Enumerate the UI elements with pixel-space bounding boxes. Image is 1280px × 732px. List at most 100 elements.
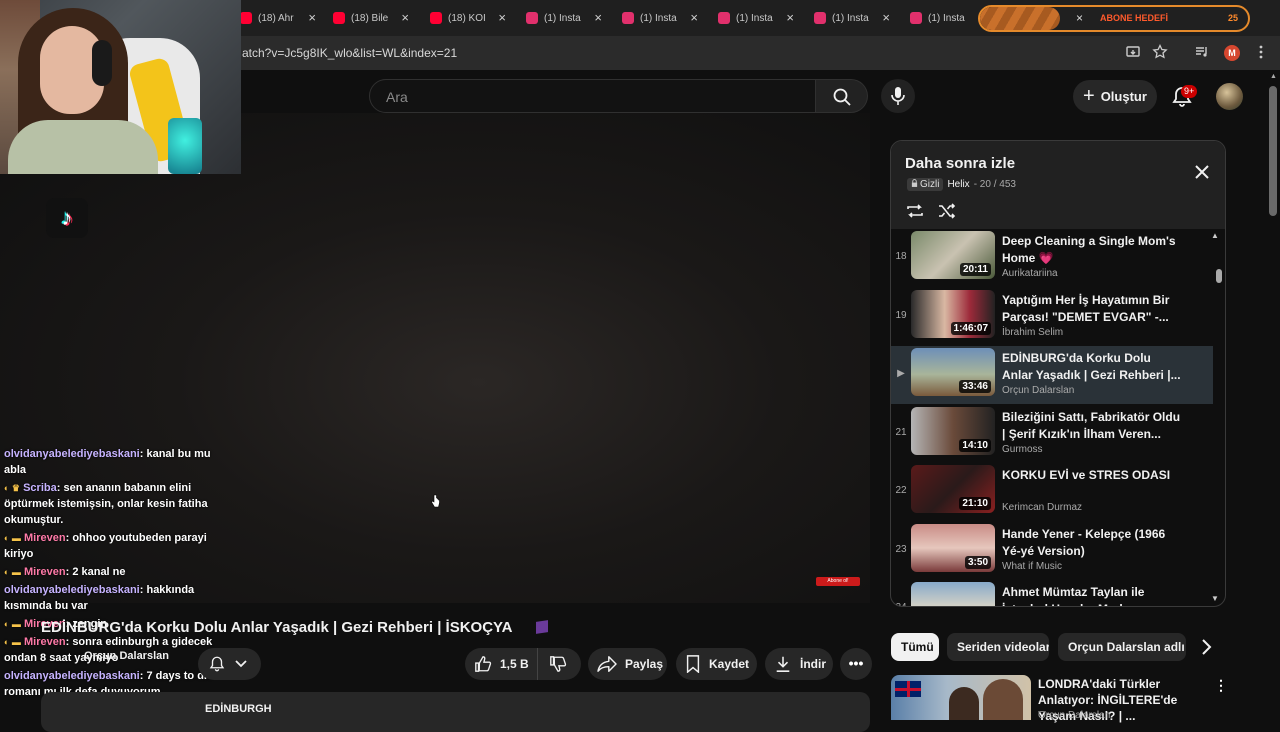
mouse-cursor-icon xyxy=(431,494,440,508)
tab-close-icon[interactable]: × xyxy=(786,10,794,25)
scroll-up-arrow-icon[interactable]: ▲ xyxy=(1211,231,1219,240)
browser-tab[interactable]: (1) Insta × xyxy=(526,6,602,30)
share-button[interactable]: Paylaş xyxy=(588,648,667,680)
dislike-button[interactable] xyxy=(537,648,581,680)
subscribe-reminder-badge: Abone ol! xyxy=(816,577,860,586)
playlist-owner[interactable]: Helix xyxy=(947,179,969,190)
more-actions-button[interactable]: ••• xyxy=(840,648,872,680)
browser-tab-label: (1) Insta xyxy=(832,12,869,24)
tab-close-icon[interactable]: × xyxy=(401,10,409,25)
playlist-item[interactable]: ▶ 33:46 EDİNBURG'da Korku Dolu Anlar Yaşad… xyxy=(891,346,1213,404)
playlist-title[interactable]: Daha sonra izle xyxy=(905,155,1015,172)
tab-close-icon[interactable]: × xyxy=(690,10,698,25)
browser-tab[interactable]: (18) KOI × xyxy=(430,6,506,30)
description-snippet: EDİNBURGH xyxy=(205,703,272,715)
browser-tab[interactable]: (1) Insta × xyxy=(718,6,794,30)
tab-close-icon[interactable]: × xyxy=(594,10,602,25)
chat-username: olvidanyabelediyebaskani xyxy=(4,448,140,460)
shuffle-icon[interactable] xyxy=(937,201,957,221)
playlist-item-title: KORKU EVİ ve STRES ODASI xyxy=(1002,468,1171,482)
channel-name[interactable]: Orçun Dalarslan xyxy=(84,650,169,662)
flag-icon xyxy=(536,620,548,634)
goal-label: ABONE HEDEFİ xyxy=(1100,13,1169,23)
filter-chip[interactable]: Tümü xyxy=(891,633,939,661)
like-button[interactable]: 1,5 B xyxy=(465,648,537,680)
save-button[interactable]: Kaydet xyxy=(676,648,757,680)
browser-tab-label: (1) Insta xyxy=(736,12,773,24)
playlist-item[interactable]: 19 1:46:07 Yaptığım Her İş Hayatımın Bir P… xyxy=(891,288,1213,346)
playlist-index: 21 xyxy=(895,426,907,438)
chat-badges-icon: ◐ ▬ xyxy=(4,619,21,629)
user-avatar[interactable] xyxy=(1216,83,1243,110)
playlist-meta: Gizli Helix - 20 / 453 xyxy=(907,178,1016,191)
goal-progress-fill xyxy=(980,7,1061,30)
playlist-item-title: Bileziğini Sattı, Fabrikatör Oldu | Şeri… xyxy=(1002,409,1181,441)
goal-count: 25 xyxy=(1227,13,1238,23)
download-button[interactable]: İndir xyxy=(765,648,833,680)
recommendation-channel[interactable]: Orçun Dalarslan xyxy=(1038,710,1110,721)
duration-badge: 20:11 xyxy=(959,263,991,276)
filter-chip[interactable]: Orçun Dalarslan adlı y xyxy=(1058,633,1186,661)
browser-tab[interactable]: (1) Insta xyxy=(910,6,976,30)
create-button[interactable]: + Oluştur xyxy=(1073,80,1157,113)
filter-chip[interactable]: Seriden videolar xyxy=(947,633,1049,661)
privacy-label: Gizli xyxy=(920,179,940,190)
browser-menu-icon[interactable] xyxy=(1252,44,1270,62)
browser-tab[interactable]: (1) Insta × xyxy=(622,6,698,30)
instagram-icon xyxy=(718,12,730,24)
browser-profile-avatar[interactable]: M xyxy=(1224,45,1240,61)
goal-close-icon[interactable]: × xyxy=(1076,11,1083,25)
tab-close-icon[interactable]: × xyxy=(498,10,506,25)
chat-badges-icon: ◐ ▬ xyxy=(4,637,21,647)
chat-message: olvidanyabelediyebaskani: kanal bu mu ab… xyxy=(4,448,211,476)
search-button[interactable] xyxy=(816,79,868,113)
loop-icon[interactable] xyxy=(905,201,925,221)
download-icon xyxy=(776,656,790,672)
playlist-scrollbar[interactable] xyxy=(1216,269,1222,283)
search-input[interactable] xyxy=(386,88,786,106)
tab-close-icon[interactable]: × xyxy=(308,10,316,25)
page-scroll-up-icon[interactable]: ▲ xyxy=(1270,73,1277,80)
close-icon[interactable] xyxy=(1193,163,1211,181)
browser-tab-label: (1) Insta xyxy=(928,12,965,24)
playlist-item-title: Yaptığım Her İş Hayatımın Bir Parçası! "… xyxy=(1002,292,1170,324)
playlist-thumbnail: 20:11 xyxy=(911,231,995,279)
browser-tab[interactable]: (1) Insta × xyxy=(814,6,890,30)
playlist-item[interactable]: 21 14:10 Bileziğini Sattı, Fabrikatör Oldu… xyxy=(891,405,1213,463)
chat-badges-icon: ◐ ♛ xyxy=(4,483,21,493)
thumbs-up-icon xyxy=(475,656,492,672)
recommendation-menu-icon[interactable]: ⋮ xyxy=(1214,677,1228,694)
browser-tab-label: (18) KOI xyxy=(448,12,486,24)
address-bar-url[interactable]: atch?v=Jc5g8IK_wlo&list=WL&index=21 xyxy=(242,46,457,60)
stream-chat-overlay: olvidanyabelediyebaskani: kanal bu mu ab… xyxy=(4,446,219,702)
playlist-index: 18 xyxy=(895,251,907,262)
description-box[interactable] xyxy=(41,692,870,732)
install-app-icon[interactable] xyxy=(1124,44,1142,62)
scroll-down-arrow-icon[interactable]: ▼ xyxy=(1211,594,1219,603)
instagram-icon xyxy=(622,12,634,24)
browser-tab[interactable]: (18) Bile × xyxy=(333,6,409,30)
media-controls-icon[interactable] xyxy=(1193,44,1211,62)
playlist-thumbnail xyxy=(911,582,995,606)
chat-username: Mireven xyxy=(24,532,66,544)
playlist-item[interactable]: 22 21:10 KORKU EVİ ve STRES ODASI Kerimcan … xyxy=(891,463,1213,521)
page-scrollbar[interactable] xyxy=(1269,86,1277,216)
playlist-index: 22 xyxy=(895,485,907,496)
instagram-icon xyxy=(526,12,538,24)
chat-username: Scriba xyxy=(23,482,57,494)
chat-message: ◐ ♛ Scriba: sen ananın babanın elini öpt… xyxy=(4,482,208,526)
voice-search-button[interactable] xyxy=(881,79,915,113)
playlist-item[interactable]: 23 3:50 Hande Yener - Kelepçe (1966 Yé-yé … xyxy=(891,522,1213,580)
playlist-thumbnail: 21:10 xyxy=(911,465,995,513)
playlist-thumbnail: 1:46:07 xyxy=(911,289,995,338)
playlist-item[interactable]: 18 20:11 Deep Cleaning a Single Mom's Home… xyxy=(891,229,1213,287)
playlist-item[interactable]: 24 Ahmet Mümtaz Taylan ile İstanbul Hesab… xyxy=(891,580,1213,606)
bookmark-star-icon[interactable] xyxy=(1151,43,1169,62)
subscription-notifications-button[interactable] xyxy=(198,648,261,680)
recommendation-thumbnail[interactable] xyxy=(891,675,1031,720)
tab-close-icon[interactable]: × xyxy=(882,10,890,25)
browser-tab[interactable]: (18) Ahr × xyxy=(240,6,316,30)
chevron-right-icon[interactable] xyxy=(1196,637,1216,657)
playlist-panel: Daha sonra izle Gizli Helix - 20 / 453 1… xyxy=(890,140,1226,607)
search-box[interactable] xyxy=(369,79,816,113)
